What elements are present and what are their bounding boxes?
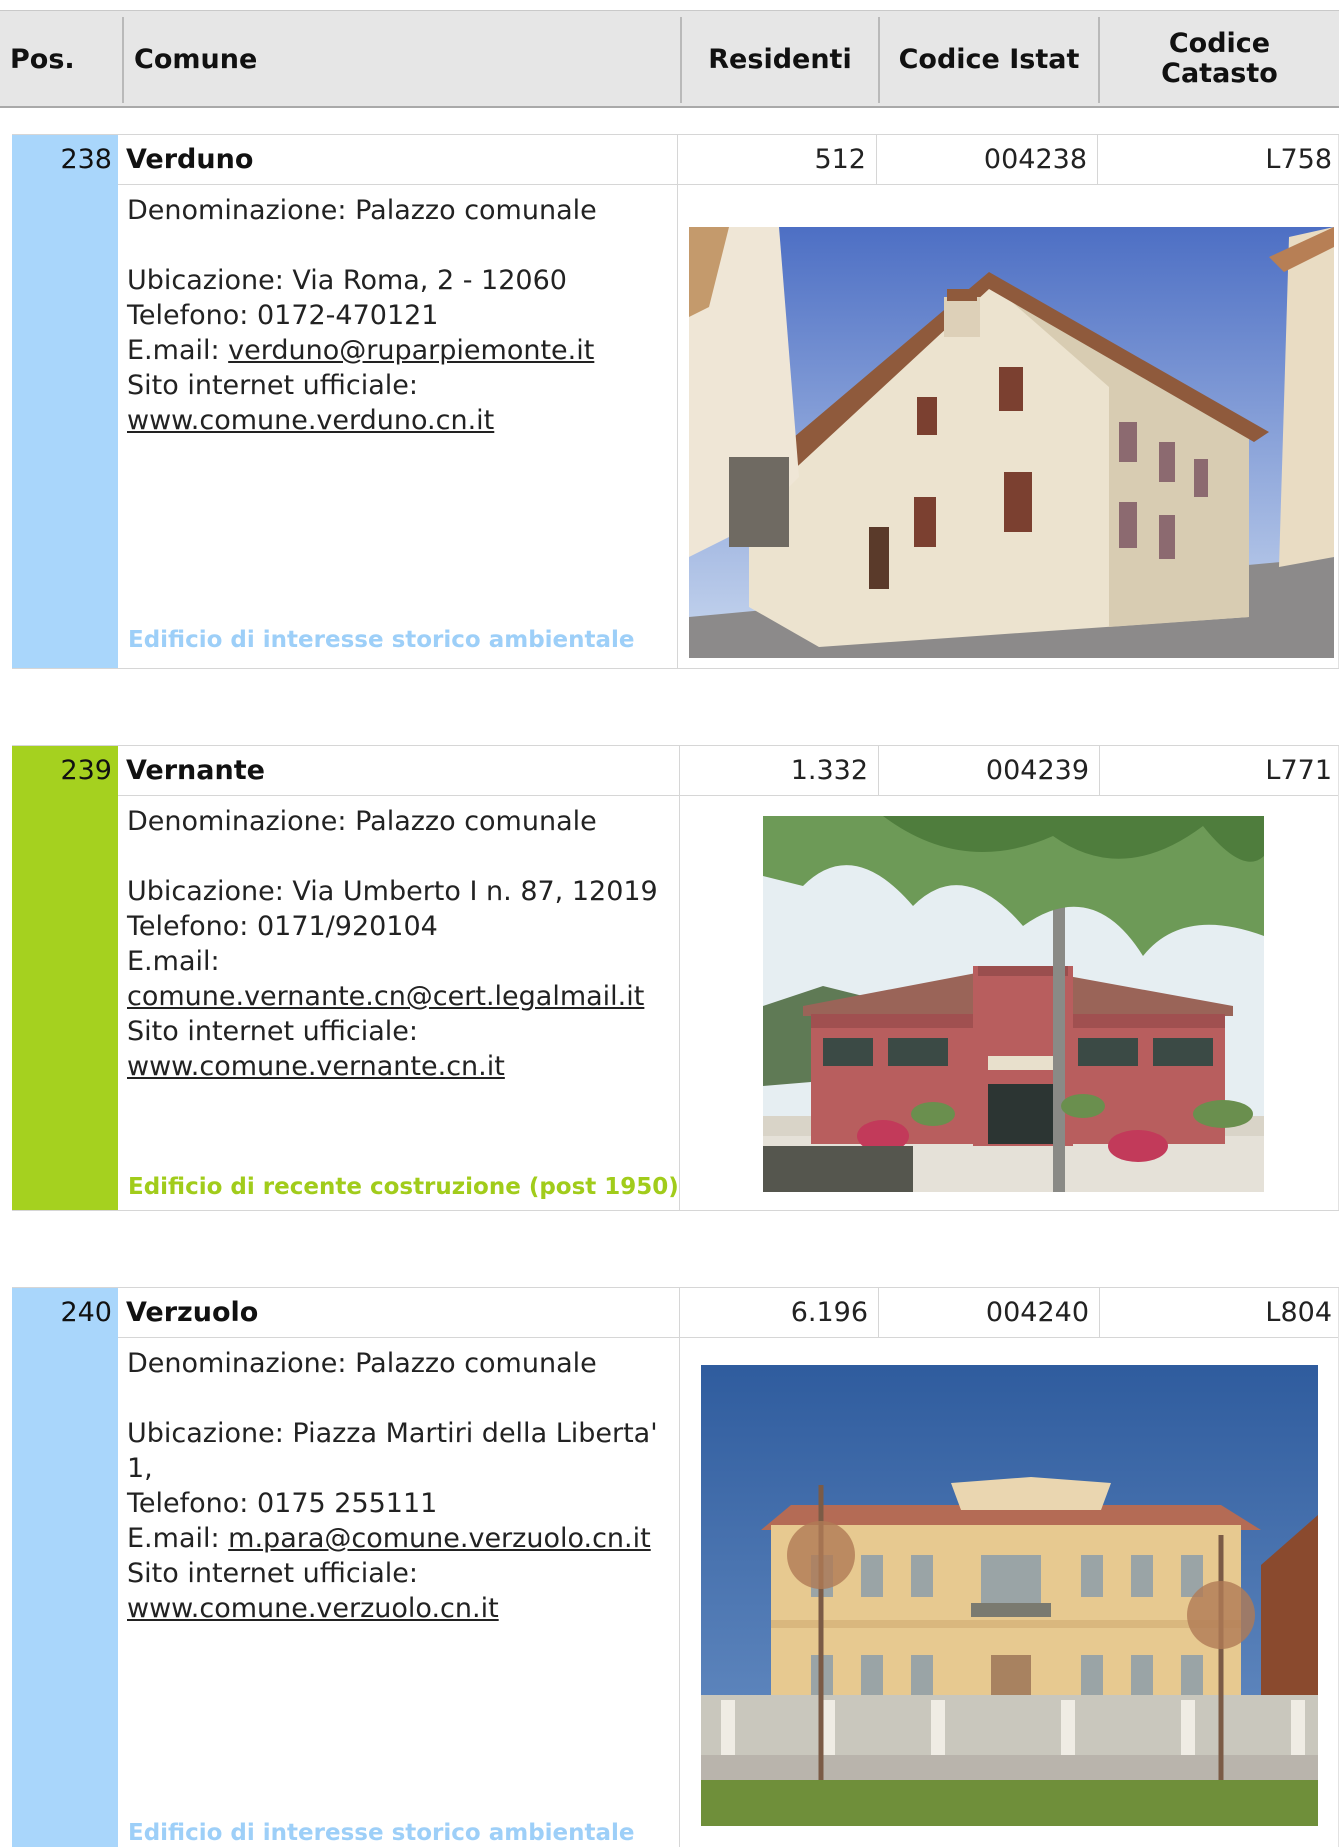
town-hall-photo [701, 1365, 1318, 1826]
residenti-value: 1.332 [790, 755, 868, 786]
email-label: E.mail: [127, 335, 229, 366]
category-strip [12, 746, 118, 1210]
header-codice-catasto-line1: Codice [1168, 28, 1271, 59]
building-category-note: Edificio di interesse storico ambientale [128, 627, 635, 653]
comune-details: Denominazione: Palazzo comunale Ubicazio… [127, 804, 677, 1084]
entry-position: 238 [12, 135, 118, 185]
comune-details: Denominazione: Palazzo comunale Ubicazio… [127, 193, 677, 438]
ubicazione: Ubicazione: Via Umberto I n. 87, 12019 [127, 876, 658, 907]
town-hall-photo [689, 227, 1334, 658]
email-label: E.mail: [127, 946, 220, 977]
sito-label: Sito internet ufficiale: [127, 1558, 418, 1589]
cell-divider [679, 1338, 680, 1847]
comune-name: Verzuolo [126, 1297, 259, 1328]
catasto-code: L758 [1265, 144, 1332, 175]
website-link[interactable]: www.comune.vernante.cn.it [127, 1051, 505, 1082]
header-pos: Pos. [10, 43, 75, 75]
comune-entry-verduno: 238 Verduno 512 004238 L758 Denominazion… [12, 134, 1339, 669]
header-codice-istat: Codice Istat [898, 43, 1080, 75]
email-link[interactable]: verduno@ruparpiemonte.it [228, 335, 594, 366]
comune-entry-verzuolo: 240 Verzuolo 6.196 004240 L804 Denominaz… [12, 1287, 1339, 1847]
comune-name: Vernante [126, 755, 265, 786]
email-row: E.mail: m.para@comune.verzuolo.cn.it [127, 1521, 677, 1556]
building-category-note: Edificio di interesse storico ambientale [128, 1820, 635, 1846]
email-label: E.mail: [127, 1523, 229, 1554]
category-strip [12, 135, 118, 668]
sito-label: Sito internet ufficiale: [127, 370, 418, 401]
header-codice-catasto-line2: Catasto [1161, 58, 1278, 89]
entry-summary-row: 239 Vernante 1.332 004239 L771 [12, 746, 1339, 796]
email-row: E.mail: verduno@ruparpiemonte.it [127, 333, 677, 368]
building-category-note: Edificio di recente costruzione (post 19… [128, 1174, 679, 1200]
entry-summary-row: 238 Verduno 512 004238 L758 [12, 135, 1339, 185]
residenti-value: 6.196 [790, 1297, 868, 1328]
website-link[interactable]: www.comune.verzuolo.cn.it [127, 1593, 499, 1624]
category-strip [12, 1288, 118, 1847]
table-header: Pos. Comune Residenti Codice Istat Codic… [0, 10, 1339, 108]
istat-code: 004240 [985, 1297, 1089, 1328]
ubicazione: Ubicazione: Piazza Martiri della Liberta… [127, 1418, 658, 1449]
residenti-value: 512 [814, 144, 866, 175]
catasto-code: L804 [1265, 1297, 1332, 1328]
header-codice-catasto: Codice Catasto [1100, 11, 1339, 107]
email-link[interactable]: m.para@comune.verzuolo.cn.it [228, 1523, 651, 1554]
comune-entry-vernante: 239 Vernante 1.332 004239 L771 Denominaz… [12, 745, 1339, 1211]
ubicazione: Ubicazione: Via Roma, 2 - 12060 [127, 265, 567, 296]
telefono: Telefono: 0172-470121 [127, 300, 439, 331]
entry-position: 240 [12, 1288, 118, 1338]
email-link[interactable]: comune.vernante.cn@cert.legalmail.it [127, 981, 644, 1012]
comune-details: Denominazione: Palazzo comunale Ubicazio… [127, 1346, 677, 1626]
ubicazione-continued: 1, [127, 1453, 153, 1484]
telefono: Telefono: 0175 255111 [127, 1488, 438, 1519]
header-comune: Comune [134, 43, 258, 75]
istat-code: 004239 [985, 755, 1089, 786]
sito-label: Sito internet ufficiale: [127, 1016, 418, 1047]
denominazione: Denominazione: Palazzo comunale [127, 195, 597, 226]
entry-summary-row: 240 Verzuolo 6.196 004240 L804 [12, 1288, 1339, 1338]
entry-position: 239 [12, 746, 118, 796]
telefono: Telefono: 0171/920104 [127, 911, 438, 942]
cell-divider [677, 185, 678, 668]
town-hall-photo [763, 816, 1264, 1192]
denominazione: Denominazione: Palazzo comunale [127, 806, 597, 837]
cell-divider [679, 796, 680, 1210]
denominazione: Denominazione: Palazzo comunale [127, 1348, 597, 1379]
catasto-code: L771 [1265, 755, 1332, 786]
website-link[interactable]: www.comune.verduno.cn.it [127, 405, 494, 436]
istat-code: 004238 [983, 144, 1087, 175]
comune-name: Verduno [126, 144, 254, 175]
header-residenti: Residenti [708, 43, 852, 75]
